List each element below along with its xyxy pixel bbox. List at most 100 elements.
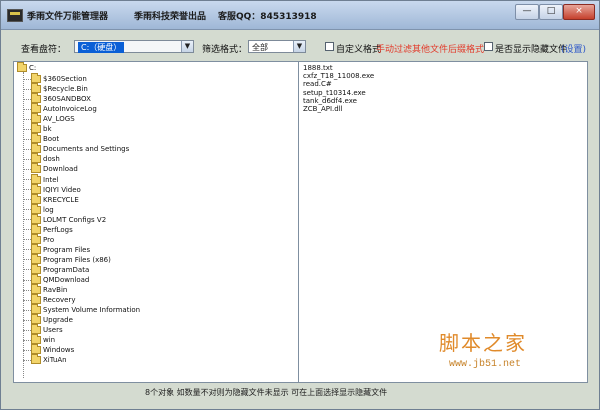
minimize-button[interactable]: — — [515, 4, 539, 20]
close-button[interactable]: × — [563, 4, 595, 20]
file-item[interactable]: ZCB_API.dll — [303, 105, 343, 113]
support-qq: 客服QQ：845313918 — [218, 12, 317, 22]
folder-icon — [31, 193, 41, 204]
tree-branch-line — [23, 359, 31, 361]
tree-item-label: Intel — [43, 175, 59, 184]
folder-icon — [31, 314, 41, 325]
settings-link[interactable]: (设置) — [561, 42, 586, 55]
chevron-down-icon[interactable]: ▼ — [181, 41, 193, 52]
tree-item-label: KRECYCLE — [43, 195, 79, 204]
folder-icon — [31, 113, 41, 124]
tree-item-label: log — [43, 205, 54, 214]
tree-item-label: Documents and Settings — [43, 145, 130, 154]
folder-icon — [31, 73, 41, 83]
folder-icon — [31, 344, 41, 355]
file-item[interactable]: cxfz_T18_11008.exe — [303, 72, 374, 80]
status-text: 8个对象 如数量不对则为隐藏文件未显示 可在上面选择显示隐藏文件 — [145, 388, 388, 397]
tree-branch-line — [23, 259, 31, 261]
tree-item-label: QMDownload — [43, 276, 90, 284]
tree-item[interactable]: Documents and Settings — [23, 143, 130, 154]
tree-branch-line — [23, 168, 31, 170]
tree-item[interactable]: dosh — [23, 153, 60, 164]
tree-root[interactable]: C: — [17, 62, 37, 72]
folder-icon — [31, 274, 41, 284]
folder-icon — [31, 324, 41, 335]
tree-item-label: IQIYI Video — [43, 185, 81, 194]
tree-item-label: ProgramData — [43, 265, 90, 274]
tree-item-label: LOLMT Configs V2 — [43, 215, 107, 224]
folder-icon — [31, 243, 41, 254]
filter-hint: 手动过滤其他文件后缀格式 — [376, 45, 485, 55]
tree-item[interactable]: win — [23, 334, 56, 345]
tree-branch-line — [23, 179, 31, 180]
tree-item-label: bk — [43, 125, 52, 134]
tree-item-label: Users — [43, 326, 63, 335]
file-item[interactable]: 1888.txt — [303, 64, 333, 72]
maximize-button[interactable]: □ — [539, 4, 563, 20]
tree-branch-line — [23, 309, 31, 311]
tree-item[interactable]: XiTuAn — [23, 354, 67, 365]
custom-format-checkbox[interactable] — [325, 42, 334, 51]
tree-branch-line — [23, 269, 31, 271]
tree-item-label: System Volume Information — [43, 306, 141, 315]
folder-icon — [31, 223, 41, 234]
tree-branch-line — [23, 98, 31, 100]
tree-item[interactable]: log — [23, 203, 54, 215]
tree-item-label: Upgrade — [43, 316, 73, 325]
tree-branch-line — [23, 78, 31, 80]
folder-icon — [31, 253, 41, 264]
tree-branch-line — [23, 329, 31, 331]
folder-icon — [31, 284, 41, 295]
tree-item-label: win — [43, 336, 56, 345]
title-bar[interactable]: 季雨文件万能管理器 季雨科技荣誉出品 客服QQ：845313918 — □ × — [1, 1, 599, 30]
folder-icon — [31, 133, 41, 144]
file-item[interactable]: read.C# — [303, 80, 332, 88]
tree-item[interactable]: Boot — [23, 133, 59, 144]
filter-label: 筛选格式： — [202, 45, 248, 55]
tree-item[interactable]: Intel — [23, 173, 59, 185]
tree-item[interactable]: Users — [23, 324, 63, 335]
tree-branch-line — [23, 138, 31, 140]
folder-icon — [31, 183, 41, 194]
folder-icon — [31, 203, 41, 214]
vendor-label: 季雨科技荣誉出品 — [134, 12, 207, 22]
tree-branch-line — [23, 239, 31, 241]
app-window: 季雨文件万能管理器 季雨科技荣誉出品 客服QQ：845313918 — □ × … — [0, 0, 600, 410]
tree-item[interactable]: System Volume Information — [23, 304, 141, 315]
tree-branch-line — [23, 189, 31, 191]
tree-item-label: dosh — [43, 155, 60, 164]
folder-tree[interactable]: C: $360Section $Recycle.Bin 360SANDBOX Auto… — [13, 61, 299, 383]
tree-item-label: AutoInvoiceLog — [43, 105, 97, 114]
folder-icon — [31, 173, 41, 184]
tree-branch-line — [23, 299, 31, 301]
chevron-down-icon[interactable]: ▼ — [293, 41, 305, 52]
drive-select[interactable]: C:（硬盘） ▼ — [74, 40, 194, 53]
tree-item-label: RavBin — [43, 286, 68, 295]
folder-icon — [31, 83, 41, 94]
folder-icon — [31, 354, 41, 365]
tree-item-label: $360Section — [43, 75, 87, 83]
tree-item[interactable]: Pro — [23, 233, 55, 245]
tree-item-label: Program Files — [43, 245, 91, 254]
tree-item[interactable]: RavBin — [23, 284, 68, 295]
file-item[interactable]: setup_t10314.exe — [303, 89, 366, 97]
folder-icon — [31, 334, 41, 345]
tree-branch-line — [23, 289, 31, 291]
tree-root-label: C: — [29, 64, 37, 72]
tree-item-label: Program Files (x86) — [43, 255, 111, 264]
folder-icon — [31, 153, 41, 164]
file-item[interactable]: tank_d6df4.exe — [303, 97, 357, 105]
tree-branch-line — [23, 158, 31, 160]
tree-item-label: Recovery — [43, 296, 76, 305]
folder-icon — [31, 304, 41, 315]
filter-select[interactable]: 全部 ▼ — [248, 40, 306, 53]
show-hidden-checkbox[interactable] — [484, 42, 493, 51]
folder-icon — [31, 143, 41, 154]
tree-item-label: XiTuAn — [43, 356, 67, 365]
tree-branch-line — [23, 229, 31, 231]
folder-icon — [31, 103, 41, 114]
tree-item-label: $Recycle.Bin — [43, 85, 88, 94]
filter-selected-value: 全部 — [252, 43, 268, 52]
tree-branch-line — [23, 219, 31, 221]
tree-item-label: Pro — [43, 235, 55, 244]
